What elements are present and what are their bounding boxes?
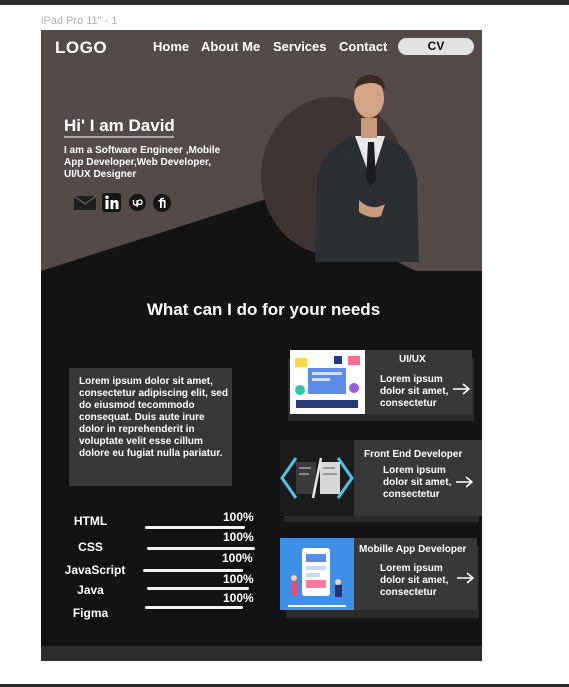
greeting-underline [64, 136, 174, 138]
service-card-mobile[interactable]: Mobille App Developer Lorem ipsum dolor … [280, 538, 477, 610]
fiverr-icon[interactable] [153, 194, 171, 212]
upwork-icon[interactable] [129, 194, 146, 211]
skill-bar-javascript [143, 569, 243, 572]
skill-percent-javascript: 100% [222, 551, 253, 565]
service-card-uiux[interactable]: UI/UX Lorem ipsum dolor sit amet, consec… [290, 350, 472, 414]
service-card-title-frontend: Front End Developer [364, 449, 463, 460]
skill-percent-figma: 100% [223, 591, 254, 605]
nav-contact[interactable]: Contact [339, 39, 387, 54]
nav-about-me[interactable]: About Me [201, 39, 260, 54]
skill-bar-html [145, 526, 245, 529]
services-title: What can I do for your needs [146, 300, 381, 319]
uiux-illustration [290, 350, 365, 414]
skill-name-css: CSS [78, 540, 103, 554]
code-illustration [280, 440, 354, 516]
service-card-title-mobile: Mobille App Developer [359, 544, 467, 555]
skill-name-figma: Figma [72, 606, 109, 620]
service-card-desc-frontend: Lorem ipsum dolor sit amet, consectetur [383, 465, 452, 500]
hero-greeting: Hi' I am David [64, 116, 175, 135]
skill-name-javascript: JavaScript [64, 563, 126, 577]
skill-name-java: Java [77, 583, 104, 597]
hero-intro: I am a Software Engineer ,Mobile App Dev… [64, 145, 221, 180]
service-card-desc-mobile: Lorem ipsum dolor sit amet, consectetur [380, 563, 449, 598]
footer-strip [41, 646, 482, 661]
logo[interactable]: LOGO [55, 38, 107, 58]
arrow-right-icon[interactable] [456, 476, 474, 488]
page-canvas: LOGO Home About Me Services Contact CV H… [41, 30, 482, 661]
nav-services[interactable]: Services [273, 39, 327, 54]
service-card-desc-uiux: Lorem ipsum dolor sit amet, consectetur [380, 374, 449, 409]
service-card-title-uiux: UI/UX [399, 354, 426, 365]
nav-home[interactable]: Home [153, 39, 189, 54]
skill-percent-css: 100% [223, 530, 254, 544]
mobile-app-illustration [280, 538, 354, 610]
skill-percent-java: 100% [223, 572, 254, 586]
skill-bar-java [147, 587, 249, 590]
frame-label: iPad Pro 11" - 1 [41, 15, 118, 27]
service-card-frontend[interactable]: Front End Developer Lorem ipsum dolor si… [280, 440, 482, 516]
skill-bar-css [147, 547, 255, 550]
skill-name-html: HTML [73, 514, 108, 528]
about-text: Lorem ipsum dolor sit amet, consectetur … [79, 376, 228, 459]
about-text-box: Lorem ipsum dolor sit amet, consectetur … [69, 368, 232, 486]
skill-percent-html: 100% [223, 510, 254, 524]
cv-button[interactable]: CV [398, 38, 474, 55]
editor-top-bar [0, 0, 569, 5]
arrow-right-icon[interactable] [457, 572, 475, 584]
mail-icon[interactable] [74, 195, 96, 211]
arrow-right-icon[interactable] [453, 383, 471, 395]
linkedin-icon[interactable] [102, 193, 121, 212]
skill-bar-figma [145, 606, 243, 609]
